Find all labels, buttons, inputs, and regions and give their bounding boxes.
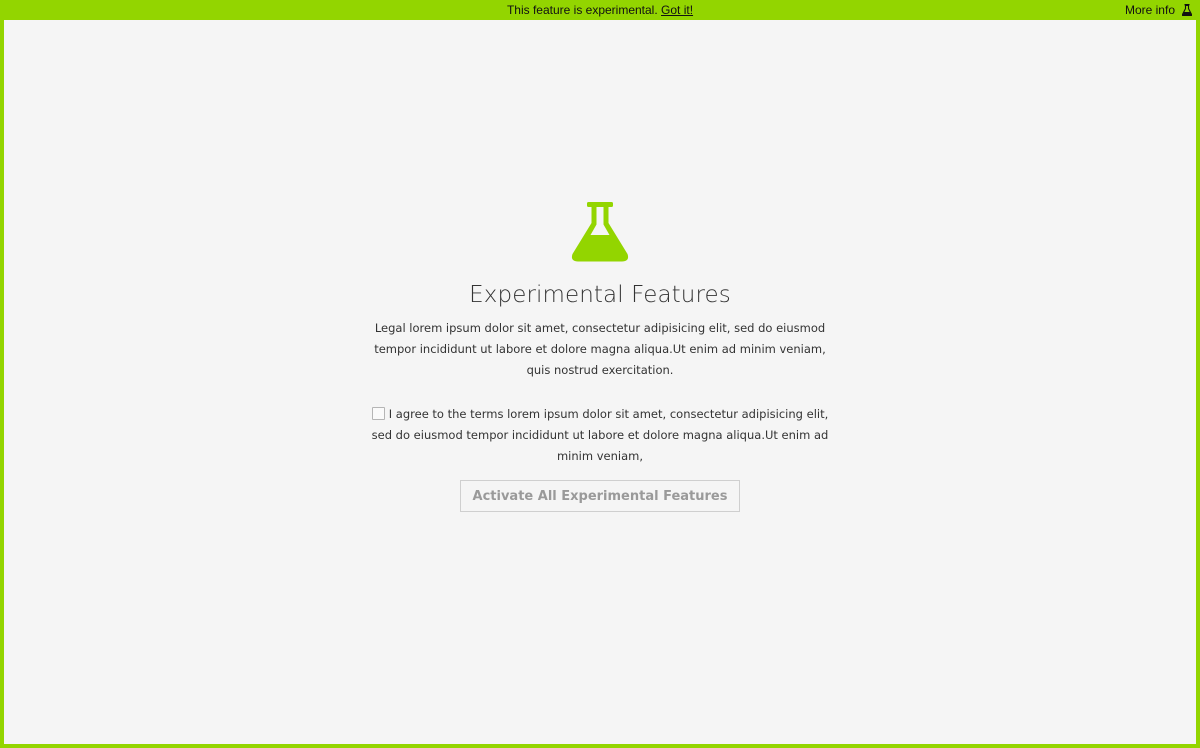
- page-description: Legal lorem ipsum dolor sit amet, consec…: [374, 321, 826, 377]
- main-panel: Experimental Features Legal lorem ipsum …: [4, 20, 1196, 744]
- banner-message-container: This feature is experimental. Got it!: [0, 0, 1200, 20]
- flask-icon: [1182, 4, 1192, 16]
- more-info-link[interactable]: More info: [1125, 0, 1192, 20]
- page-title: Experimental Features: [469, 282, 731, 308]
- experimental-banner: This feature is experimental. Got it! Mo…: [0, 0, 1200, 20]
- agree-checkbox[interactable]: [371, 407, 385, 420]
- flask-icon: [571, 202, 629, 266]
- agree-label[interactable]: I agree to the terms lorem ipsum dolor s…: [372, 407, 829, 463]
- experimental-features-section: Experimental Features Legal lorem ipsum …: [4, 202, 1196, 512]
- banner-message: This feature is experimental.: [506, 3, 658, 17]
- got-it-link[interactable]: Got it!: [661, 3, 693, 17]
- terms-agreement: I agree to the terms lorem ipsum dolor s…: [365, 404, 835, 467]
- more-info-label: More info: [1124, 2, 1175, 17]
- activate-all-button[interactable]: Activate All Experimental Features: [460, 480, 740, 512]
